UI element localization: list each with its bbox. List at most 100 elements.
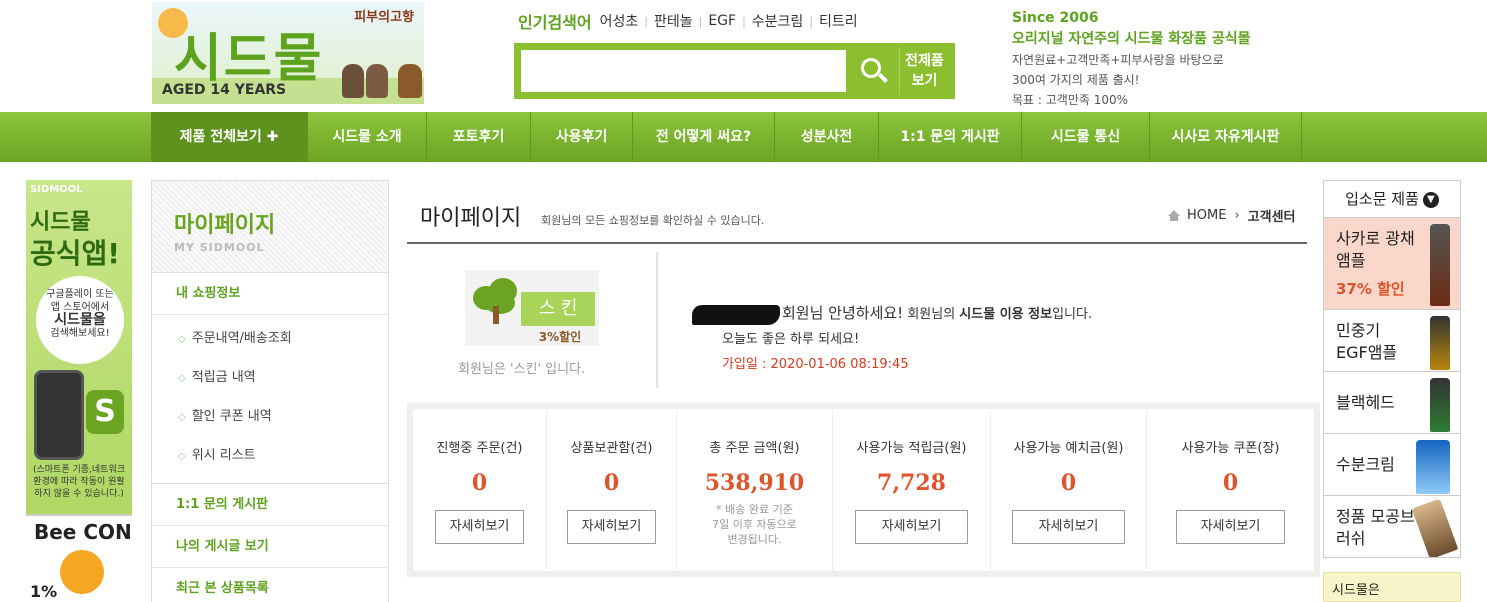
search-button[interactable] [851, 49, 895, 93]
tree-icon [471, 276, 521, 324]
chevron-down-icon: ▼ [1422, 191, 1439, 208]
popular-products-panel: 입소문 제품 ▼ 사카로 광채앰플 37% 할인 민중기 EGF앰플 블랙헤드 수… [1323, 180, 1461, 602]
sidebar-section-shopping[interactable]: 내 쇼핑정보 [152, 273, 388, 315]
header-info: Since 2006 오리지널 자연주의 시드물 화장품 공식몰 자연원료+고객… [1012, 10, 1272, 108]
breadcrumb: HOME › 고객센터 [1167, 206, 1296, 225]
sidebar-item-coupons[interactable]: ◇ 할인 쿠폰 내역 [152, 397, 388, 436]
info-line: 목표 : 고객만족 100% [1012, 93, 1129, 107]
details-button[interactable]: 자세히보기 [566, 510, 657, 544]
all-products-button[interactable]: 전제품 보기 [899, 47, 949, 95]
keyword-link[interactable]: 판테놀 [654, 11, 693, 31]
product-item[interactable]: 블랙헤드 [1323, 372, 1461, 434]
bottle-icon [1430, 224, 1450, 306]
sidebar-section-inquiry[interactable]: 1:1 문의 게시판 [152, 484, 388, 526]
bee-icon [60, 550, 104, 594]
redacted-username [692, 304, 780, 325]
keyword-link[interactable]: EGF [708, 13, 736, 29]
stat-saved-items: 상품보관함(건) 0 자세히보기 [547, 409, 677, 571]
keyword-link[interactable]: 수분크림 [752, 11, 804, 31]
logo-text: 시드물 [174, 29, 324, 89]
banner-line2: 공식앱! [30, 237, 121, 270]
bottom-banner[interactable]: 시드물은 [1323, 572, 1461, 602]
divider [656, 252, 659, 388]
details-button[interactable]: 자세히보기 [434, 510, 525, 544]
nav-all-products[interactable]: 제품 전체보기 ✚ [151, 112, 308, 162]
grade-discount: 3%할인 [538, 330, 582, 344]
app-badge: S [86, 390, 124, 434]
sidebar-item-points[interactable]: ◇ 적립금 내역 [152, 358, 388, 397]
site-logo[interactable]: 피부의고향 시드물 AGED 14 YEARS [152, 2, 424, 104]
page-title: 마이페이지 [420, 206, 522, 231]
stat-available-points: 사용가능 적립금(원) 7,728 자세히보기 [833, 409, 991, 571]
member-grade-badge: 스 킨 3%할인 [465, 270, 599, 346]
keyword-link[interactable]: 어성초 [600, 11, 639, 31]
beecon-banner[interactable]: Bee CON 1% [26, 514, 132, 602]
nav-ingredients[interactable]: 성분사전 [775, 112, 879, 162]
stat-available-coupons: 사용가능 쿠폰(장) 0 자세히보기 [1147, 409, 1314, 571]
stat-total-order-amount: 총 주문 금액(원) 538,910 * 배송 완료 기준 7일 이후 자동으로… [677, 409, 833, 571]
product-item[interactable]: 민중기 EGF앰플 [1323, 310, 1461, 372]
sidebar-item-orders[interactable]: ◇ 주문내역/배송조회 [152, 319, 388, 358]
info-line: 300여 가지의 제품 출시! [1012, 73, 1140, 87]
character-icon [342, 64, 364, 98]
info-line: 자연원료+고객만족+피부사랑을 바탕으로 [1012, 53, 1224, 67]
nav-free-board[interactable]: 시사모 자유게시판 [1150, 112, 1302, 162]
beecon-percent: 1% [30, 582, 58, 601]
account-stats: 진행중 주문(건) 0 자세히보기 상품보관함(건) 0 자세히보기 총 주문 … [407, 403, 1320, 577]
sidebar-section-my-posts[interactable]: 나의 게시글 보기 [152, 526, 388, 568]
nav-inquiry[interactable]: 1:1 문의 게시판 [879, 112, 1022, 162]
home-icon [1167, 209, 1181, 222]
slogan-text: 오리지널 자연주의 시드물 화장품 공식몰 [1012, 31, 1251, 47]
banner-brand: SIDMOOL [30, 184, 83, 195]
greeting-line2: 오늘도 좋은 하루 되세요! [722, 332, 860, 347]
breadcrumb-home[interactable]: HOME [1187, 208, 1226, 223]
since-text: Since 2006 [1012, 10, 1099, 26]
product-item[interactable]: 정품 모공브러쉬 [1323, 496, 1461, 558]
keyword-link[interactable]: 티트리 [819, 11, 858, 31]
sidebar-section-recent[interactable]: 최근 본 상품목록 [152, 568, 388, 602]
nav-review[interactable]: 사용후기 [531, 112, 633, 162]
page-subtitle: 회원님의 모든 쇼핑정보를 확인하실 수 있습니다. [541, 214, 765, 227]
chevron-right-icon: › [1234, 208, 1240, 223]
bottle-icon [1430, 378, 1450, 432]
banner-bubble: 구글플레이 또는 앱 스토어에서 시드물을 검색해보세요! [36, 276, 124, 364]
logo-tagline: 피부의고향 [354, 10, 414, 25]
character-icon [366, 64, 388, 98]
sidebar-subtitle: MY SIDMOOL [174, 241, 265, 254]
sidebar-sublist: ◇ 주문내역/배송조회 ◇ 적립금 내역 ◇ 할인 쿠폰 내역 ◇ 위시 리스트 [152, 315, 388, 484]
grade-label: 스 킨 [521, 292, 595, 326]
logo-aged: AGED 14 YEARS [162, 82, 287, 98]
sidebar-title: 마이페이지 [174, 213, 276, 238]
sidebar-header: 마이페이지 MY SIDMOOL [152, 181, 388, 273]
details-button[interactable]: 자세히보기 [854, 510, 969, 544]
grade-text: 회원님은 '스킨' 입니다. [458, 362, 586, 377]
nav-news[interactable]: 시드물 통신 [1022, 112, 1150, 162]
nav-about[interactable]: 시드물 소개 [308, 112, 427, 162]
beecon-title: Bee CON [34, 520, 132, 544]
nav-how-to-use[interactable]: 전 어떻게 써요? [633, 112, 775, 162]
sidebar-item-wishlist[interactable]: ◇ 위시 리스트 [152, 436, 388, 475]
brush-icon [1411, 498, 1459, 557]
details-button[interactable]: 자세히보기 [1011, 510, 1126, 544]
app-banner[interactable]: SIDMOOL 시드물 공식앱! 구글플레이 또는 앱 스토어에서 시드물을 검… [26, 180, 132, 602]
product-item[interactable]: 수분크림 [1323, 434, 1461, 496]
nav-photo-review[interactable]: 포토후기 [427, 112, 531, 162]
title-divider [407, 242, 1307, 244]
mypage-sidebar: 마이페이지 MY SIDMOOL 내 쇼핑정보 ◇ 주문내역/배송조회 ◇ 적립금 … [151, 180, 389, 602]
banner-note: (스마트폰 기종,네트워크 환경에 따라 작동이 원활 하지 않을 수 있습니다… [32, 465, 126, 499]
greeting: 회원님 안녕하세요! 회원님의 시드물 이용 정보입니다. [692, 302, 1092, 325]
search-box: 전제품 보기 [514, 43, 955, 99]
bear-icon [398, 64, 422, 98]
tube-icon [1416, 440, 1450, 494]
join-date: 가입일 : 2020-01-06 08:19:45 [722, 357, 909, 372]
details-button[interactable]: 자세히보기 [1175, 510, 1286, 544]
popular-keywords: 인기검색어 어성초 | 판테놀 | EGF | 수분크림 | 티트리 [518, 9, 858, 33]
search-input[interactable] [520, 49, 847, 93]
breadcrumb-current: 고객센터 [1247, 210, 1296, 225]
popular-products-header[interactable]: 입소문 제품 ▼ [1323, 180, 1461, 218]
stat-orders-in-progress: 진행중 주문(건) 0 자세히보기 [413, 409, 547, 571]
product-item[interactable]: 사카로 광채앰플 37% 할인 [1323, 218, 1461, 310]
popular-label: 인기검색어 [518, 13, 592, 32]
stat-available-deposit: 사용가능 예치금(원) 0 자세히보기 [991, 409, 1147, 571]
bottle-icon [1430, 316, 1450, 370]
